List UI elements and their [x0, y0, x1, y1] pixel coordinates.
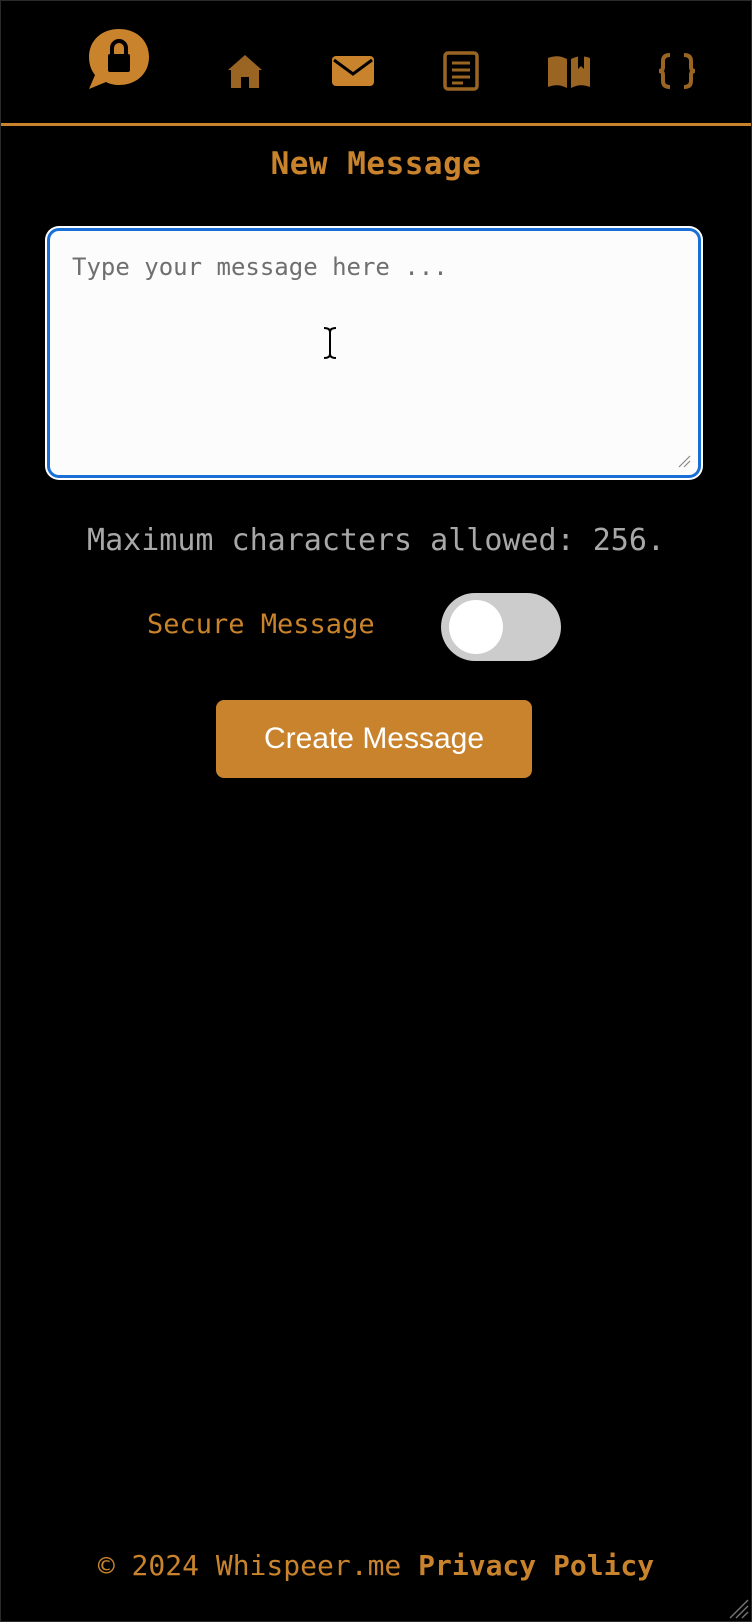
privacy-policy-link[interactable]: Privacy Policy — [418, 1549, 654, 1582]
copyright-text: © 2024 Whispeer.me — [97, 1549, 402, 1582]
app-window: New Message Maximum characters allowed: … — [0, 0, 752, 1622]
page-title: New Message — [270, 146, 482, 182]
message-input-container — [47, 228, 701, 478]
create-message-button[interactable]: Create Message — [216, 700, 532, 778]
top-navbar — [1, 1, 751, 126]
secure-message-label: Secure Message — [147, 609, 375, 640]
message-input[interactable] — [50, 231, 698, 475]
char-limit-hint: Maximum characters allowed: 256. — [87, 523, 665, 558]
nav-message-envelope-icon[interactable] — [323, 41, 383, 101]
window-resize-grip-icon[interactable] — [727, 1597, 749, 1619]
nav-home-icon[interactable] — [215, 41, 275, 101]
nav-docs-document-icon[interactable] — [431, 41, 491, 101]
logo-chat-lock-icon[interactable] — [83, 25, 155, 97]
nav-guide-book-icon[interactable] — [539, 41, 599, 101]
secure-message-row: Secure Message — [1, 593, 751, 661]
text-cursor-icon — [323, 327, 337, 359]
footer: © 2024 Whispeer.me Privacy Policy — [1, 1549, 751, 1582]
toggle-knob — [449, 600, 503, 654]
nav-api-curly-braces-icon[interactable] — [647, 41, 707, 101]
secure-message-toggle[interactable] — [441, 593, 561, 661]
resize-grip-icon[interactable] — [677, 454, 691, 468]
